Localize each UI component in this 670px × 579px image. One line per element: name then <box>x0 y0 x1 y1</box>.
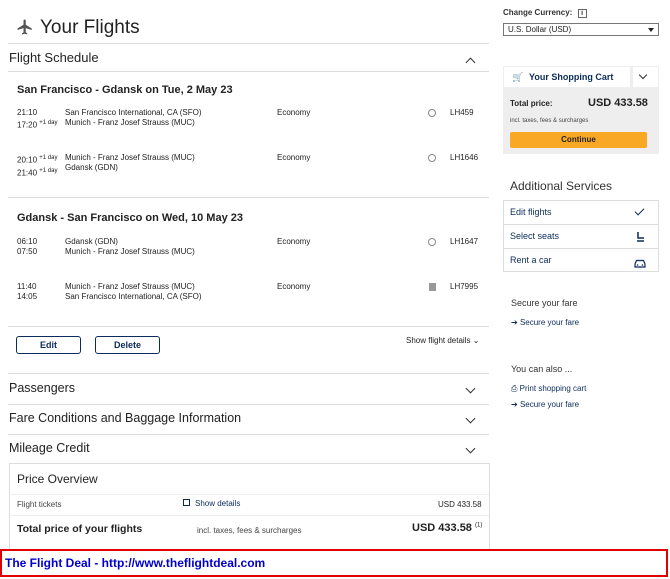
total-price-label: Total price of your flights <box>17 523 143 535</box>
leg-flight-number: LH1646 <box>450 153 479 162</box>
leg-times: 06:10 07:50 <box>17 237 38 256</box>
leg-airports: Munich - Franz Josef Strauss (MUC) Gdans… <box>65 153 195 172</box>
outbound-title: San Francisco - Gdansk on Tue, 2 May 23 <box>17 84 233 96</box>
inbound-title: Gdansk - San Francisco on Wed, 10 May 23 <box>17 212 243 224</box>
chevron-down-icon[interactable] <box>465 413 476 424</box>
leg-cabin: Economy <box>277 108 311 117</box>
chevron-down-icon[interactable] <box>465 443 476 454</box>
arrow-right-icon: ➔ <box>511 400 518 409</box>
leg-airports: Munich - Franz Josef Strauss (MUC) San F… <box>65 282 202 301</box>
edit-button[interactable]: Edit <box>16 336 81 354</box>
service-select-seats[interactable]: Select seats <box>510 231 559 241</box>
leg-cabin: Economy <box>277 153 311 162</box>
secure-fare-title: Secure your fare <box>511 298 578 308</box>
airline-logo-icon <box>428 109 436 117</box>
copy-icon <box>183 499 190 506</box>
arrow-right-icon: ➔ <box>511 318 518 327</box>
continue-button[interactable]: Continue <box>510 132 647 148</box>
fare-conditions-heading[interactable]: Fare Conditions and Baggage Information <box>9 411 241 425</box>
flight-tickets-amount: USD 433.58 <box>438 500 482 509</box>
footnote-marker: (1) <box>475 522 483 529</box>
seat-icon <box>635 229 645 247</box>
dropdown-arrow-icon <box>648 28 654 32</box>
leg-cabin: Economy <box>277 237 311 246</box>
plane-icon <box>16 18 34 36</box>
mileage-credit-heading[interactable]: Mileage Credit <box>9 441 90 455</box>
secure-fare-link-2[interactable]: ➔ Secure your fare <box>511 400 579 409</box>
leg-flight-number: LH7995 <box>450 282 479 291</box>
flight-deal-text[interactable]: The Flight Deal - http://www.theflightde… <box>5 556 265 570</box>
additional-services-title: Additional Services <box>510 179 613 193</box>
leg-times: 20:10 +1 day 21:40 +1 day <box>17 155 58 178</box>
price-overview-title: Price Overview <box>17 472 98 486</box>
leg-flight-number: LH1647 <box>450 237 479 246</box>
leg-times: 11:40 14:05 <box>17 282 38 301</box>
leg-flight-number: LH459 <box>450 108 474 117</box>
page-title: Your Flights <box>40 17 140 38</box>
chevron-down-icon[interactable] <box>465 383 476 394</box>
cart-icon: 🛒 <box>512 72 524 82</box>
shopping-cart-title[interactable]: Your Shopping Cart <box>529 72 613 82</box>
you-can-also-title: You can also ... <box>511 364 573 374</box>
leg-cabin: Economy <box>277 282 311 291</box>
cart-toggle[interactable] <box>632 66 659 88</box>
total-price-amount: USD 433.58 (1) <box>412 522 483 534</box>
delete-button[interactable]: Delete <box>95 336 160 354</box>
passengers-heading[interactable]: Passengers <box>9 381 75 395</box>
info-icon[interactable]: i <box>577 9 587 18</box>
cart-total-amount: USD 433.58 <box>588 97 648 109</box>
airline-logo-icon <box>428 154 436 162</box>
leg-times: 21:10 17:20 +1 day <box>17 108 58 130</box>
cart-total-label: Total price: <box>510 99 553 108</box>
flight-schedule-heading[interactable]: Flight Schedule <box>9 50 99 65</box>
chevron-down-icon: ⌄ <box>472 336 480 345</box>
car-icon <box>634 255 646 273</box>
chevron-up-icon[interactable] <box>465 57 476 68</box>
service-edit-flights[interactable]: Edit flights <box>510 207 552 217</box>
total-price-note: incl. taxes, fees & surcharges <box>197 526 302 535</box>
cart-total-note: incl. taxes, fees & surcharges <box>510 118 589 124</box>
flight-tickets-label: Flight tickets <box>17 500 62 509</box>
airline-logo-icon <box>428 238 436 246</box>
secure-fare-link[interactable]: ➔ Secure your fare <box>511 318 579 327</box>
leg-airports: San Francisco International, CA (SFO) Mu… <box>65 108 202 127</box>
partner-airline-icon <box>429 283 436 291</box>
change-currency-label: Change Currency: i <box>503 8 587 18</box>
show-details-link[interactable]: Show details <box>183 499 240 508</box>
print-cart-link[interactable]: ⎙ Print shopping cart <box>511 384 586 394</box>
printer-icon: ⎙ <box>511 384 518 393</box>
show-flight-details-link[interactable]: Show flight details ⌄ <box>406 336 479 345</box>
service-rent-a-car[interactable]: Rent a car <box>510 255 552 265</box>
currency-select[interactable]: U.S. Dollar (USD) <box>503 23 659 36</box>
leg-airports: Gdansk (GDN) Munich - Franz Josef Straus… <box>65 237 195 256</box>
